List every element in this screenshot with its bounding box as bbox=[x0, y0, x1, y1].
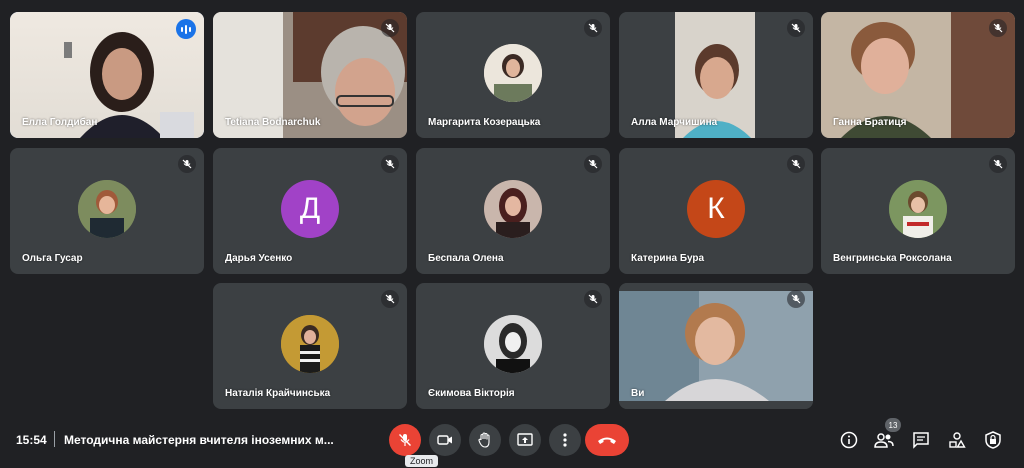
participant-tile[interactable]: Ганна Братиця bbox=[821, 12, 1015, 138]
participant-name: Катерина Бура bbox=[631, 253, 705, 264]
raise-hand-icon bbox=[478, 432, 490, 448]
participant-name: Єкимова Вікторія bbox=[428, 388, 515, 399]
participant-tile[interactable]: Tetiana Bodnarchuk bbox=[213, 12, 407, 138]
chat-icon bbox=[913, 432, 929, 449]
participant-tile[interactable]: К Катерина Бура bbox=[619, 148, 813, 274]
participant-name: Ганна Братиця bbox=[833, 117, 907, 128]
more-options-icon bbox=[563, 433, 567, 447]
participant-tile[interactable]: Елла Голдибан bbox=[10, 12, 204, 138]
mic-off-icon bbox=[178, 155, 196, 173]
present-screen-button[interactable] bbox=[509, 424, 541, 456]
participant-tile[interactable]: Ольга Гусар bbox=[10, 148, 204, 274]
activities-button[interactable] bbox=[945, 428, 969, 452]
divider bbox=[54, 431, 55, 447]
participant-tile[interactable]: Д Дарья Усенко bbox=[213, 148, 407, 274]
raise-hand-button[interactable] bbox=[469, 424, 501, 456]
participant-tile[interactable]: Ви bbox=[619, 283, 813, 409]
mic-off-icon bbox=[381, 19, 399, 37]
participant-tile[interactable]: Беспала Олена bbox=[416, 148, 610, 274]
participant-video bbox=[619, 283, 813, 409]
mic-off-icon bbox=[584, 290, 602, 308]
mic-off-icon bbox=[787, 19, 805, 37]
participant-name: Алла Марчишина bbox=[631, 117, 718, 128]
host-controls-button[interactable] bbox=[981, 428, 1005, 452]
participant-name: Маргарита Козерацька bbox=[428, 117, 541, 128]
participant-avatar bbox=[281, 315, 339, 373]
participant-avatar: Д bbox=[281, 180, 339, 238]
mic-off-icon bbox=[381, 290, 399, 308]
end-call-button[interactable] bbox=[585, 424, 629, 456]
meeting-details-button[interactable] bbox=[837, 428, 861, 452]
participant-tile[interactable]: Єкимова Вікторія bbox=[416, 283, 610, 409]
participant-tile[interactable]: Алла Марчишина bbox=[619, 12, 813, 138]
participant-name: Ви bbox=[631, 388, 645, 399]
participant-name: Ольга Гусар bbox=[22, 253, 83, 264]
present-icon bbox=[517, 433, 533, 446]
participant-name: Елла Голдибан bbox=[22, 117, 98, 128]
mic-off-icon bbox=[399, 434, 411, 446]
end-call-icon bbox=[598, 437, 616, 444]
mic-off-icon bbox=[787, 155, 805, 173]
participant-avatar bbox=[484, 315, 542, 373]
participant-avatar bbox=[889, 180, 947, 238]
mic-off-icon bbox=[584, 19, 602, 37]
host-controls-icon bbox=[985, 431, 1001, 449]
participant-tile[interactable]: Наталія Крайчинська bbox=[213, 283, 407, 409]
participant-avatar bbox=[78, 180, 136, 238]
camera-icon bbox=[437, 435, 452, 445]
participant-avatar bbox=[484, 44, 542, 102]
chat-button[interactable] bbox=[909, 428, 933, 452]
activities-icon bbox=[949, 432, 966, 448]
participant-name: Tetiana Bodnarchuk bbox=[225, 117, 321, 128]
camera-button[interactable] bbox=[429, 424, 461, 456]
meeting-title: Методична майстерня вчителя іноземних м.… bbox=[64, 433, 334, 447]
people-icon bbox=[874, 433, 894, 448]
speaking-indicator-icon bbox=[176, 19, 196, 39]
participant-avatar bbox=[484, 180, 542, 238]
mic-off-icon bbox=[381, 155, 399, 173]
participant-name: Беспала Олена bbox=[428, 253, 504, 264]
mic-off-icon bbox=[989, 19, 1007, 37]
participant-tile[interactable]: Венгринська Роксолана bbox=[821, 148, 1015, 274]
mic-off-icon bbox=[584, 155, 602, 173]
people-count-badge: 13 bbox=[885, 418, 901, 432]
more-options-button[interactable] bbox=[549, 424, 581, 456]
participant-name: Венгринська Роксолана bbox=[833, 253, 952, 264]
mic-off-button[interactable] bbox=[389, 424, 421, 456]
mic-off-icon bbox=[989, 155, 1007, 173]
participant-name: Дарья Усенко bbox=[225, 253, 293, 264]
participant-tile[interactable]: Маргарита Козерацька bbox=[416, 12, 610, 138]
participant-avatar: К bbox=[687, 180, 745, 238]
tooltip: Zoom bbox=[405, 455, 439, 467]
participant-name: Наталія Крайчинська bbox=[225, 388, 331, 399]
info-icon bbox=[840, 431, 858, 449]
mic-off-icon bbox=[787, 290, 805, 308]
clock: 15:54 bbox=[16, 433, 47, 447]
